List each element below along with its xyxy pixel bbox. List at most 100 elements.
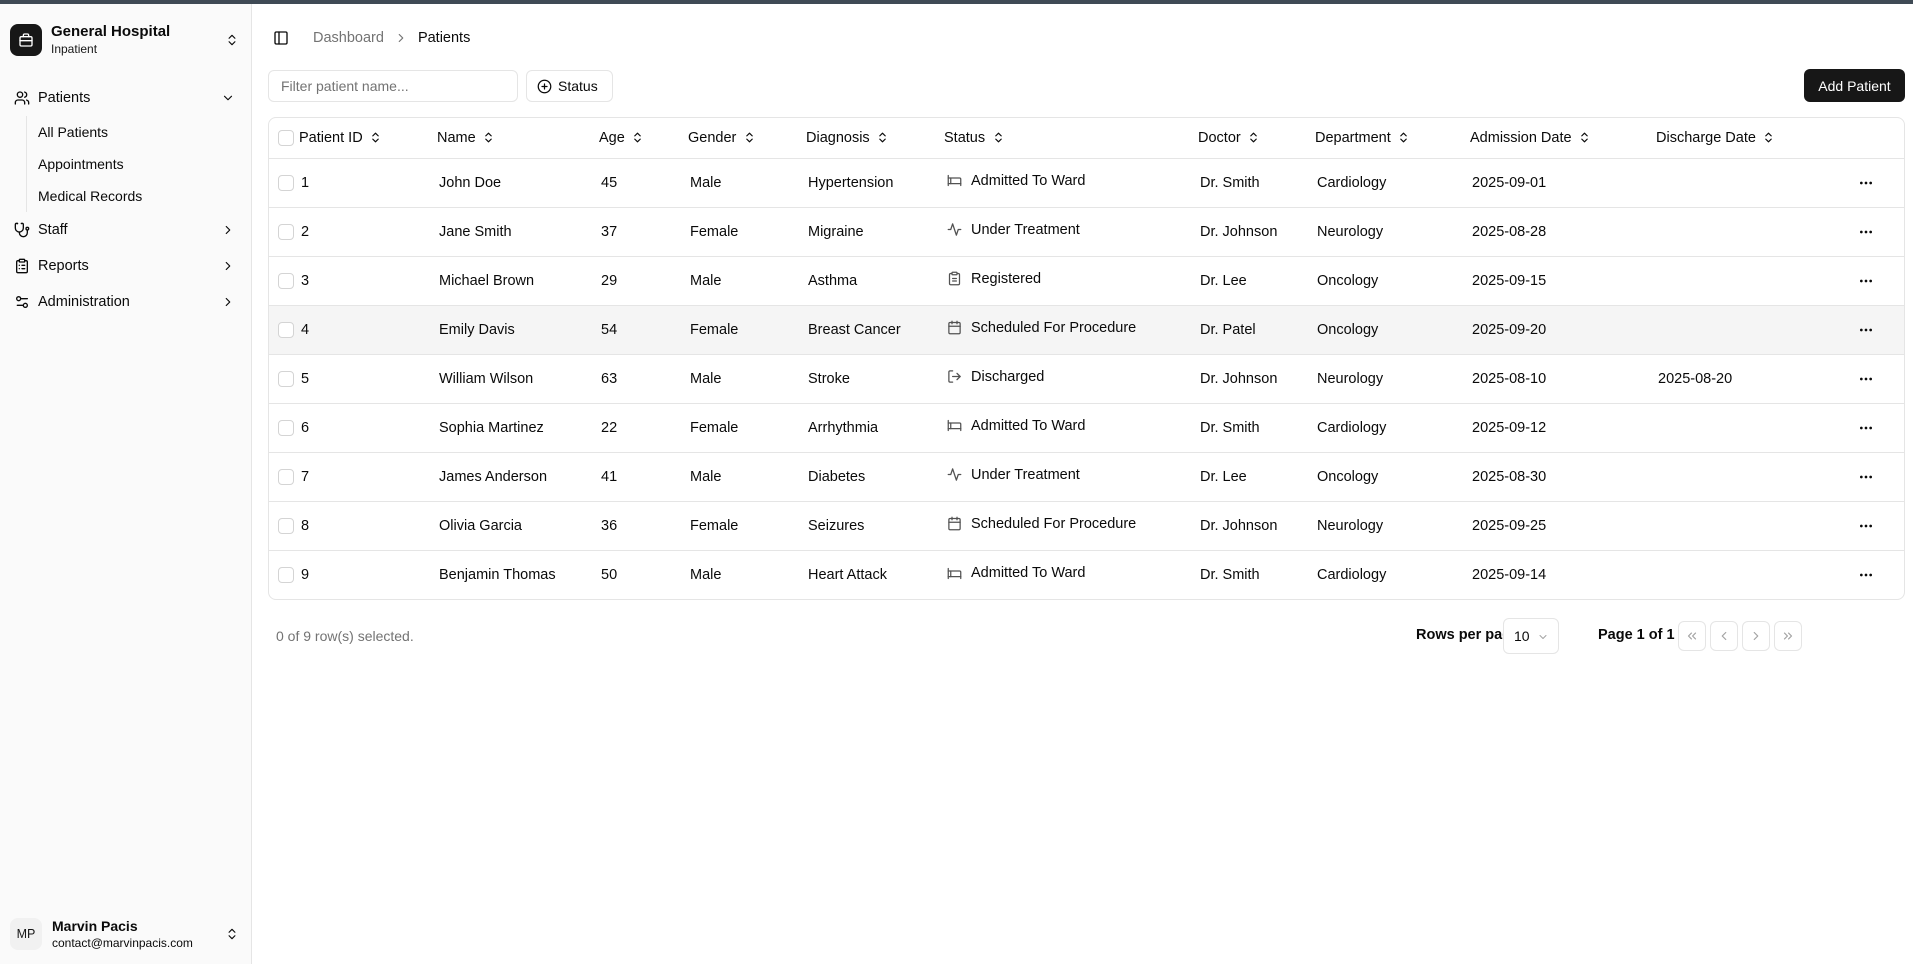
cell-age: 63	[601, 370, 618, 387]
cell-department: Oncology	[1317, 321, 1379, 338]
chevron-right-icon	[220, 222, 236, 238]
cell-age: 41	[601, 468, 618, 485]
status-badge: Scheduled For Procedure	[946, 516, 1136, 532]
chevron-right-icon	[1753, 631, 1759, 641]
plus-circle-icon	[537, 79, 552, 93]
page-indicator: Page 1 of 1	[1598, 627, 1675, 643]
rows-per-page-select[interactable]: 10	[1503, 618, 1559, 654]
cell-name: Michael Brown	[439, 272, 535, 289]
column-label: Status	[944, 129, 986, 146]
chevrons-up-down-icon	[224, 926, 240, 942]
patient-name-filter-input[interactable]	[268, 70, 518, 102]
row-actions-button[interactable]	[1852, 316, 1880, 344]
column-label: Age	[599, 129, 625, 146]
row-select-checkbox[interactable]	[278, 566, 294, 583]
row-actions-button[interactable]	[1852, 512, 1880, 540]
status-badge: Discharged	[946, 369, 1044, 385]
sidebar-item-administration[interactable]: Administration	[10, 284, 240, 320]
status-badge: Admitted To Ward	[946, 173, 1085, 189]
last-page-button[interactable]	[1774, 621, 1802, 651]
column-header-doctor[interactable]: Doctor	[1198, 130, 1261, 146]
column-header-age[interactable]: Age	[599, 130, 645, 146]
select-all-checkbox[interactable]	[278, 129, 294, 146]
row-select-checkbox[interactable]	[278, 174, 294, 191]
cell-name: James Anderson	[439, 468, 548, 485]
row-select-checkbox[interactable]	[278, 223, 294, 240]
column-header-gender[interactable]: Gender	[688, 130, 756, 146]
column-label: Diagnosis	[806, 129, 870, 146]
cell-doctor: Dr. Smith	[1200, 566, 1260, 583]
cell-admission: 2025-09-15	[1472, 272, 1547, 289]
sidebar-item-staff[interactable]: Staff	[10, 212, 240, 248]
cell-doctor: Dr. Lee	[1200, 468, 1247, 485]
table-footer: 0 of 9 row(s) selected. Rows per page 10…	[268, 616, 1905, 656]
cell-id: 1	[301, 174, 310, 191]
column-header-admission-date[interactable]: Admission Date	[1470, 130, 1592, 146]
more-horizontal-icon	[1860, 573, 1872, 577]
status-filter-button[interactable]: Status	[526, 70, 613, 102]
row-actions-button[interactable]	[1852, 365, 1880, 393]
breadcrumb-current: Patients	[417, 30, 471, 46]
row-select-checkbox[interactable]	[278, 517, 294, 534]
row-select-checkbox[interactable]	[278, 321, 294, 338]
sidebar-subitem-appointments[interactable]: Appointments	[37, 148, 240, 180]
cell-gender: Male	[690, 370, 722, 387]
row-actions-button[interactable]	[1852, 561, 1880, 589]
table-row[interactable]: 4 Emily Davis 54 Female Breast Cancer Schedul…	[269, 305, 1904, 354]
user-name: Marvin Pacis	[52, 917, 138, 934]
cell-discharge	[1656, 403, 1852, 452]
previous-page-button[interactable]	[1710, 621, 1738, 651]
table-row[interactable]: 9 Benjamin Thomas 50 Male Heart Attack Admitt…	[269, 550, 1904, 599]
activity-icon	[946, 222, 962, 238]
column-header-department[interactable]: Department	[1315, 130, 1411, 146]
org-switcher[interactable]: General Hospital Inpatient	[10, 18, 240, 62]
sidebar-nav: Patients All Patients Appointments Medic…	[10, 80, 240, 320]
sidebar-subitem-medical-records[interactable]: Medical Records	[37, 180, 240, 212]
cell-age: 22	[601, 419, 618, 436]
cell-age: 36	[601, 517, 618, 534]
sidebar-item-patients[interactable]: Patients	[10, 80, 240, 116]
org-subtitle: Inpatient	[51, 42, 98, 56]
row-select-checkbox[interactable]	[278, 272, 294, 289]
breadcrumb-dashboard[interactable]: Dashboard	[313, 30, 384, 46]
cell-doctor: Dr. Johnson	[1200, 517, 1278, 534]
table-row[interactable]: 7 James Anderson 41 Male Diabetes Under Treat…	[269, 452, 1904, 501]
status-badge: Under Treatment	[946, 467, 1080, 483]
next-page-button[interactable]	[1742, 621, 1770, 651]
row-select-checkbox[interactable]	[278, 370, 294, 387]
column-header-diagnosis[interactable]: Diagnosis	[806, 130, 890, 146]
table-row[interactable]: 5 William Wilson 63 Male Stroke Discharged Dr.…	[269, 354, 1904, 403]
user-menu[interactable]: MP Marvin Pacis contact@marvinpacis.com	[10, 912, 240, 956]
sidebar-item-label: Patients	[38, 90, 91, 106]
row-actions-button[interactable]	[1852, 267, 1880, 295]
column-header-discharge-date[interactable]: Discharge Date	[1656, 130, 1776, 146]
org-name: General Hospital	[51, 23, 171, 40]
table-row[interactable]: 2 Jane Smith 37 Female Migraine Under Treatme…	[269, 207, 1904, 256]
row-actions-button[interactable]	[1852, 218, 1880, 246]
row-actions-button[interactable]	[1852, 169, 1880, 197]
sidebar-item-reports[interactable]: Reports	[10, 248, 240, 284]
add-patient-button[interactable]: Add Patient	[1804, 69, 1905, 102]
sidebar-item-label: Administration	[38, 294, 130, 310]
cell-diagnosis: Migraine	[808, 223, 864, 240]
column-header-status[interactable]: Status	[944, 130, 1005, 146]
cell-admission: 2025-08-28	[1472, 223, 1547, 240]
cell-admission: 2025-09-01	[1472, 174, 1547, 191]
row-select-checkbox[interactable]	[278, 468, 294, 485]
row-actions-button[interactable]	[1852, 463, 1880, 491]
cell-id: 7	[301, 468, 310, 485]
sidebar-toggle-button[interactable]	[268, 25, 294, 51]
row-select-checkbox[interactable]	[278, 419, 294, 436]
table-row[interactable]: 3 Michael Brown 29 Male Asthma Registered Dr. …	[269, 256, 1904, 305]
sidebar-subitem-all-patients[interactable]: All Patients	[37, 116, 240, 148]
column-header-name[interactable]: Name	[437, 130, 496, 146]
table-row[interactable]: 1 John Doe 45 Male Hypertension Admitted To W…	[269, 158, 1904, 207]
first-page-button[interactable]	[1678, 621, 1706, 651]
table-row[interactable]: 8 Olivia Garcia 36 Female Seizures Scheduled …	[269, 501, 1904, 550]
table-row[interactable]: 6 Sophia Martinez 22 Female Arrhythmia Admitt…	[269, 403, 1904, 452]
cell-department: Cardiology	[1317, 419, 1387, 436]
row-actions-button[interactable]	[1852, 414, 1880, 442]
column-header-patient-id[interactable]: Patient ID	[299, 130, 383, 146]
cell-department: Oncology	[1317, 272, 1379, 289]
status-filter-label: Status	[558, 78, 598, 94]
